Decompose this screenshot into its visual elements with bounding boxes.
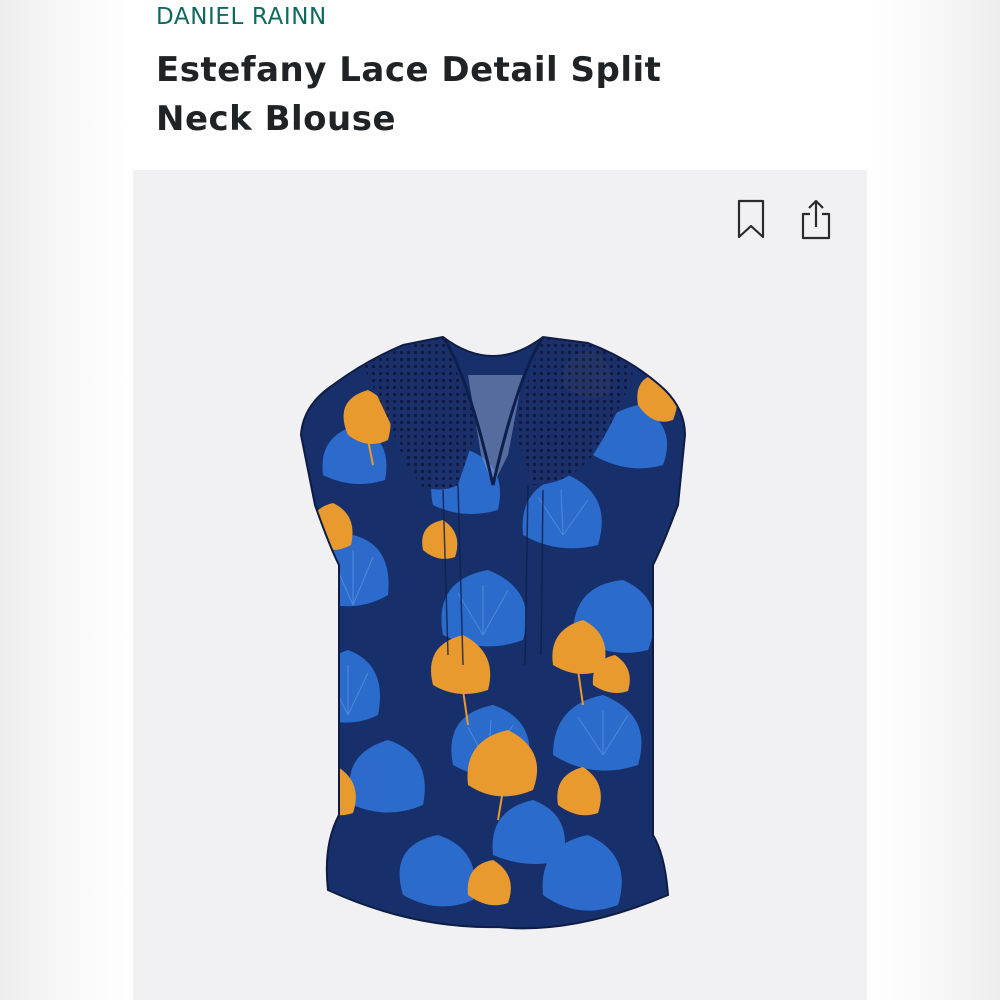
product-image-area (133, 170, 867, 1000)
product-photo (299, 335, 687, 930)
share-icon (801, 199, 831, 240)
brand-name[interactable]: DANIEL RAINN (156, 4, 327, 30)
product-title: Estefany Lace Detail Split Neck Blouse (156, 50, 662, 139)
bookmark-button[interactable] (731, 196, 771, 242)
product-card: DANIEL RAINN Estefany Lace Detail Split … (133, 0, 867, 1000)
product-header: DANIEL RAINN Estefany Lace Detail Split … (133, 0, 867, 170)
page: DANIEL RAINN Estefany Lace Detail Split … (0, 0, 1000, 1000)
share-button[interactable] (796, 196, 836, 242)
bookmark-icon (737, 199, 765, 239)
